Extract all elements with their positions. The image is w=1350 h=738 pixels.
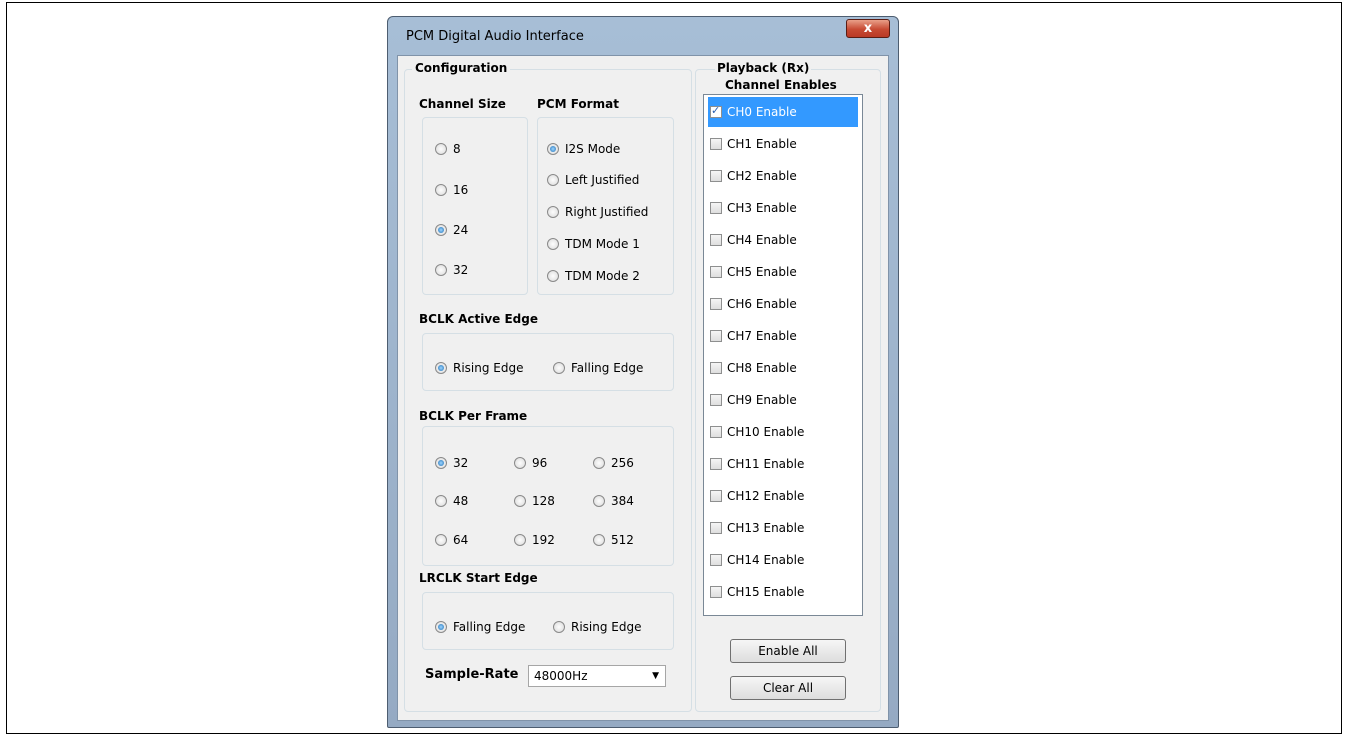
pcm-format-option-right[interactable]: Right Justified — [547, 205, 648, 219]
bclk-per-frame-label: BCLK Per Frame — [419, 409, 528, 423]
list-item[interactable]: CH5 Enable — [708, 257, 858, 287]
list-item[interactable]: CH6 Enable — [708, 289, 858, 319]
list-item[interactable]: CH1 Enable — [708, 129, 858, 159]
checkbox-ch8[interactable] — [710, 362, 722, 374]
radio-bclk-falling[interactable] — [553, 362, 565, 374]
channel-enable-list[interactable]: CH0 Enable CH1 Enable CH2 Enable CH3 Ena… — [703, 94, 863, 616]
pcm-dialog-window: PCM Digital Audio Interface x Configurat… — [387, 16, 899, 728]
list-item[interactable]: CH8 Enable — [708, 353, 858, 383]
radio-24[interactable] — [435, 224, 447, 236]
checkbox-ch6[interactable] — [710, 298, 722, 310]
radio-left-justified[interactable] — [547, 174, 559, 186]
list-item[interactable]: CH10 Enable — [708, 417, 858, 447]
checkbox-ch11[interactable] — [710, 458, 722, 470]
radio-bclk-rising[interactable] — [435, 362, 447, 374]
bclk-frame-64[interactable]: 64 — [435, 533, 468, 547]
chevron-down-icon[interactable]: ▼ — [652, 666, 659, 686]
bclk-frame-32[interactable]: 32 — [435, 456, 468, 470]
bclk-frame-96[interactable]: 96 — [514, 456, 547, 470]
close-button[interactable]: x — [846, 19, 890, 38]
channel-size-option-24[interactable]: 24 — [435, 223, 468, 237]
radio-frame-48[interactable] — [435, 495, 447, 507]
list-item[interactable]: CH9 Enable — [708, 385, 858, 415]
list-item[interactable]: CH13 Enable — [708, 513, 858, 543]
radio-frame-32[interactable] — [435, 457, 447, 469]
checkbox-ch12[interactable] — [710, 490, 722, 502]
radio-frame-64[interactable] — [435, 534, 447, 546]
checkbox-ch1[interactable] — [710, 138, 722, 150]
list-item[interactable]: CH11 Enable — [708, 449, 858, 479]
enable-all-button[interactable]: Enable All — [730, 639, 846, 663]
checkbox-ch2[interactable] — [710, 170, 722, 182]
bclk-frame-128[interactable]: 128 — [514, 494, 555, 508]
channel-size-option-8[interactable]: 8 — [435, 142, 461, 156]
radio-lrclk-falling[interactable] — [435, 621, 447, 633]
bclk-frame-192[interactable]: 192 — [514, 533, 555, 547]
radio-tdm-mode-2[interactable] — [547, 270, 559, 282]
checkbox-ch15[interactable] — [710, 586, 722, 598]
pcm-format-label: PCM Format — [537, 97, 619, 111]
radio-lrclk-rising[interactable] — [553, 621, 565, 633]
sample-rate-select[interactable]: 48000Hz ▼ — [528, 665, 666, 687]
close-icon: x — [863, 21, 873, 36]
bclk-frame-48[interactable]: 48 — [435, 494, 468, 508]
checkbox-ch9[interactable] — [710, 394, 722, 406]
list-item[interactable]: CH4 Enable — [708, 225, 858, 255]
playback-legend: Playback (Rx) — [715, 61, 812, 75]
radio-16[interactable] — [435, 184, 447, 196]
checkbox-ch7[interactable] — [710, 330, 722, 342]
channel-size-label: Channel Size — [419, 97, 506, 111]
radio-right-justified[interactable] — [547, 206, 559, 218]
pcm-format-option-tdm2[interactable]: TDM Mode 2 — [547, 269, 640, 283]
list-item[interactable]: CH7 Enable — [708, 321, 858, 351]
pcm-format-option-left[interactable]: Left Justified — [547, 173, 639, 187]
list-item[interactable]: CH3 Enable — [708, 193, 858, 223]
lrclk-start-edge-label: LRCLK Start Edge — [419, 571, 538, 585]
radio-frame-192[interactable] — [514, 534, 526, 546]
bclk-edge-rising[interactable]: Rising Edge — [435, 361, 524, 375]
window-title: PCM Digital Audio Interface — [406, 29, 584, 44]
checkbox-ch14[interactable] — [710, 554, 722, 566]
radio-i2s-mode[interactable] — [547, 143, 559, 155]
dialog-client-area: Configuration Channel Size 8 16 24 32 PC… — [397, 55, 889, 721]
configuration-legend: Configuration — [412, 61, 511, 75]
clear-all-button[interactable]: Clear All — [730, 676, 846, 700]
radio-8[interactable] — [435, 143, 447, 155]
channel-size-option-16[interactable]: 16 — [435, 183, 468, 197]
bclk-frame-512[interactable]: 512 — [593, 533, 634, 547]
sample-rate-label: Sample-Rate — [425, 667, 519, 682]
radio-frame-512[interactable] — [593, 534, 605, 546]
list-item[interactable]: CH2 Enable — [708, 161, 858, 191]
checkbox-ch4[interactable] — [710, 234, 722, 246]
list-item[interactable]: CH15 Enable — [708, 577, 858, 607]
bclk-frame-384[interactable]: 384 — [593, 494, 634, 508]
list-item[interactable]: CH12 Enable — [708, 481, 858, 511]
radio-frame-128[interactable] — [514, 495, 526, 507]
list-item[interactable]: CH14 Enable — [708, 545, 858, 575]
checkbox-ch3[interactable] — [710, 202, 722, 214]
radio-tdm-mode-1[interactable] — [547, 238, 559, 250]
bclk-frame-256[interactable]: 256 — [593, 456, 634, 470]
pcm-format-option-tdm1[interactable]: TDM Mode 1 — [547, 237, 640, 251]
radio-frame-96[interactable] — [514, 457, 526, 469]
radio-frame-256[interactable] — [593, 457, 605, 469]
sample-rate-value: 48000Hz — [534, 669, 588, 683]
channel-size-option-32[interactable]: 32 — [435, 263, 468, 277]
bclk-edge-falling[interactable]: Falling Edge — [553, 361, 643, 375]
checkbox-ch13[interactable] — [710, 522, 722, 534]
checkbox-ch5[interactable] — [710, 266, 722, 278]
bclk-active-edge-label: BCLK Active Edge — [419, 312, 538, 326]
radio-frame-384[interactable] — [593, 495, 605, 507]
list-item[interactable]: CH0 Enable — [708, 97, 858, 127]
checkbox-ch0[interactable] — [710, 104, 722, 118]
lrclk-edge-rising[interactable]: Rising Edge — [553, 620, 642, 634]
lrclk-edge-falling[interactable]: Falling Edge — [435, 620, 525, 634]
pcm-format-option-i2s[interactable]: I2S Mode — [547, 142, 620, 156]
channel-enables-legend: Channel Enables — [725, 78, 837, 92]
checkbox-ch10[interactable] — [710, 426, 722, 438]
radio-32[interactable] — [435, 264, 447, 276]
